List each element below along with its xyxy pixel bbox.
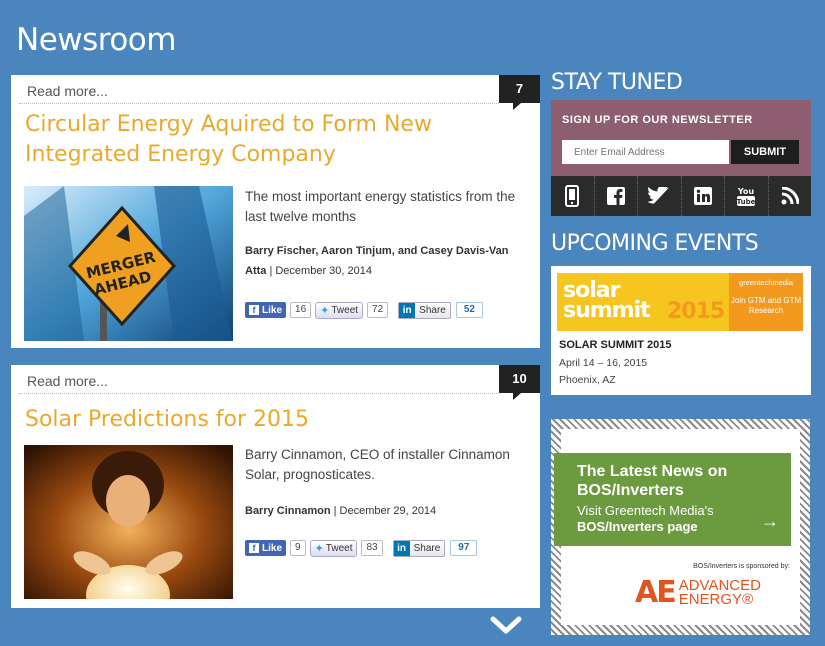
email-input[interactable]	[562, 140, 729, 164]
ad-banner[interactable]: The Latest News on BOS/Inverters Visit G…	[554, 453, 791, 546]
twitter-icon: ✦	[314, 542, 324, 555]
banner-tagline: Join GTM and GTM Research	[730, 296, 802, 315]
arrow-right-icon: →	[761, 511, 779, 531]
social-share-bar: f Like 16 ✦ Tweet 72 in Share 52	[245, 301, 483, 319]
event-card[interactable]: solar summit 2015 greentechmedia Join GT…	[551, 266, 811, 395]
ad-title-line2: BOS/Inverters	[577, 482, 684, 499]
ad-title-line1: The Latest News on	[577, 463, 728, 480]
banner-year: 2015	[667, 299, 725, 324]
advanced-energy-logo: AE ADVANCED ENERGY®	[635, 575, 761, 610]
article-summary: Barry Cinnamon, CEO of installer Cinnamo…	[245, 447, 510, 482]
linkedin-share-button[interactable]: in Share	[398, 301, 451, 319]
page-title: Newsroom	[16, 22, 176, 58]
read-more-link[interactable]: Read more...	[27, 83, 108, 99]
ad-text-line1: Visit Greentech Media's	[577, 503, 714, 518]
upcoming-events-heading: UPCOMING EVENTS	[551, 231, 759, 256]
event-location: Phoenix, AZ	[559, 374, 616, 386]
facebook-like-button[interactable]: f Like	[245, 302, 287, 318]
youtube-icon[interactable]: You Tube	[725, 176, 769, 216]
twitter-icon[interactable]	[638, 176, 682, 216]
tweet-button[interactable]: ✦ Tweet	[309, 539, 358, 557]
article-byline: Barry Cinnamon | December 29, 2014	[245, 501, 525, 521]
article-authors: Barry Cinnamon	[245, 505, 331, 517]
social-links-bar: You Tube	[551, 176, 811, 216]
svg-text:You: You	[737, 187, 755, 196]
ad-text-line2: BOS/Inverters page	[577, 519, 698, 534]
linkedin-icon[interactable]	[682, 176, 725, 216]
tweet-count: 72	[367, 302, 389, 318]
ad-sponsor-text: BOS/Inverters is sponsored by:	[693, 563, 790, 570]
newsletter-signup: SIGN UP FOR OUR NEWSLETTER SUBMIT	[551, 100, 811, 176]
event-banner[interactable]: solar summit 2015 greentechmedia Join GT…	[557, 273, 803, 331]
article-headline[interactable]: Circular Energy Aquired to Form New Inte…	[25, 110, 495, 170]
linkedin-icon: in	[399, 302, 416, 318]
facebook-icon: f	[249, 305, 259, 315]
svg-text:Tube: Tube	[737, 198, 756, 206]
article-date: | December 30, 2014	[269, 265, 372, 277]
facebook-icon[interactable]	[595, 176, 638, 216]
divider	[19, 393, 499, 394]
sponsor-ad[interactable]: The Latest News on BOS/Inverters Visit G…	[551, 419, 810, 635]
ad-content: The Latest News on BOS/Inverters Visit G…	[554, 429, 800, 625]
linkedin-icon: in	[393, 540, 410, 556]
tweet-count: 83	[361, 540, 383, 556]
read-more-link[interactable]: Read more...	[27, 373, 108, 389]
banner-word-summit: summit	[563, 298, 651, 323]
newsletter-label: SIGN UP FOR OUR NEWSLETTER	[562, 114, 753, 126]
article-thumbnail[interactable]: MERGER AHEAD	[24, 186, 233, 341]
share-count: 52	[455, 302, 483, 318]
article-card: Read more... 10 Solar Predictions for 20…	[11, 365, 540, 608]
article-thumbnail[interactable]	[24, 445, 233, 599]
like-count: 16	[290, 302, 312, 318]
rss-icon[interactable]	[769, 176, 812, 216]
facebook-like-button[interactable]: f Like	[245, 540, 287, 556]
comment-count-badge[interactable]: 10	[499, 365, 540, 400]
article-headline[interactable]: Solar Predictions for 2015	[25, 405, 309, 435]
logo-mark: AE	[635, 575, 677, 610]
social-share-bar: f Like 9 ✦ Tweet 83 in Share 97	[245, 539, 478, 557]
article-byline: Barry Fischer, Aaron Tinjum, and Casey D…	[245, 241, 525, 281]
article-card: Read more... 7 Circular Energy Aquired t…	[11, 75, 540, 348]
twitter-icon: ✦	[320, 304, 330, 317]
article-summary: The most important energy statistics fro…	[245, 189, 516, 224]
stay-tuned-heading: STAY TUNED	[551, 70, 683, 95]
article-date: | December 29, 2014	[333, 505, 437, 517]
facebook-icon: f	[249, 543, 259, 553]
banner-brand: greentechmedia	[739, 278, 793, 287]
logo-line2: ENERGY®	[678, 590, 754, 608]
like-count: 9	[290, 540, 306, 556]
submit-button[interactable]: SUBMIT	[731, 140, 799, 164]
tweet-button[interactable]: ✦ Tweet	[315, 301, 364, 319]
event-name[interactable]: SOLAR SUMMIT 2015	[559, 339, 671, 351]
linkedin-share-button[interactable]: in Share	[392, 539, 446, 557]
event-date: April 14 – 16, 2015	[559, 357, 648, 369]
comment-count-badge[interactable]: 7	[499, 75, 540, 110]
mobile-icon[interactable]	[551, 176, 595, 216]
share-count: 97	[450, 540, 478, 556]
divider	[19, 103, 499, 104]
banner-brand-block: greentechmedia Join GTM and GTM Research	[729, 273, 803, 331]
chevron-down-icon[interactable]	[489, 614, 523, 641]
